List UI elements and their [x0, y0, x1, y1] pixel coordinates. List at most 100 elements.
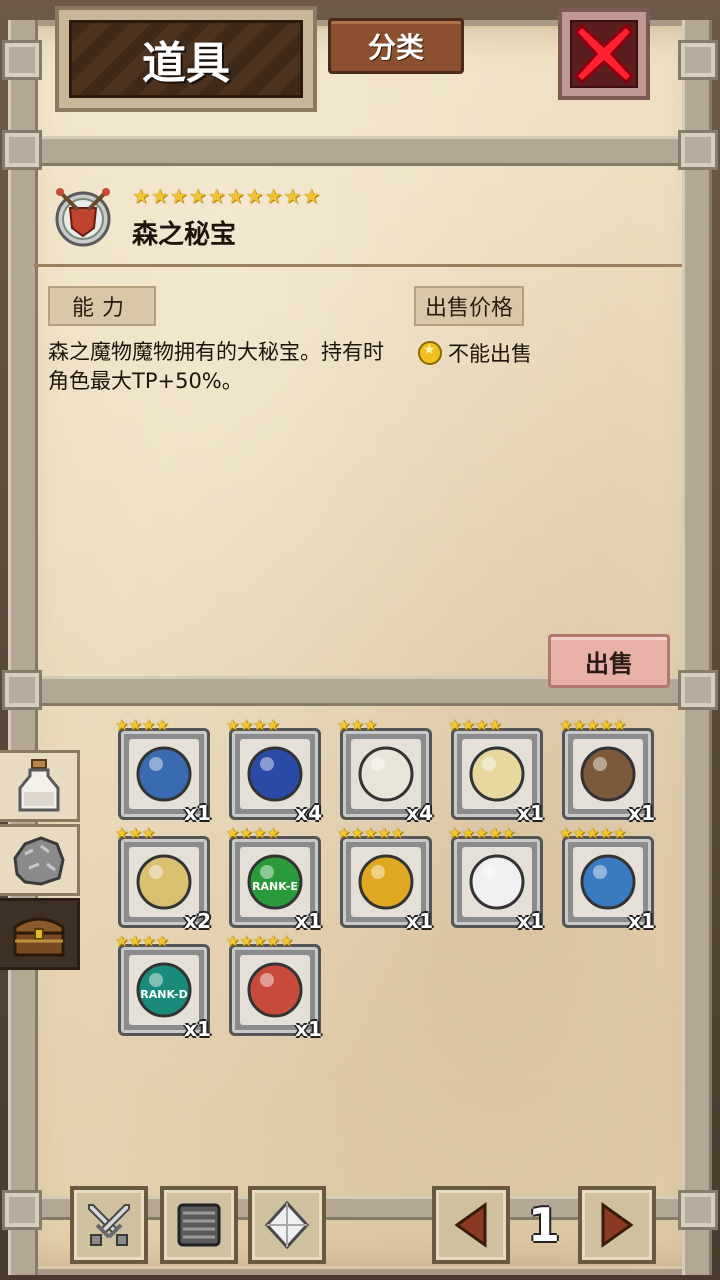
rarity-star-icon: ★: [132, 184, 150, 208]
dragon-wings-icon: [580, 746, 636, 802]
item-slot[interactable]: ★ ★ ★ ★ x1: [448, 717, 544, 825]
rarity-star-icon: ★: [559, 824, 573, 842]
item-slot-background: [573, 739, 643, 809]
page-title: 道具: [142, 38, 230, 89]
dragon-eye-gem-icon: [136, 746, 192, 802]
item-slot[interactable]: RANK-E ★ ★ ★ ★ x1: [226, 825, 322, 933]
frame-rail-left: [8, 20, 38, 1275]
item-slot[interactable]: ★ ★ ★ ★ ★ x1: [448, 825, 544, 933]
item-rarity: ★ ★ ★: [337, 717, 377, 733]
item-count: x4: [406, 801, 433, 825]
arrow-right-icon: [601, 1202, 634, 1248]
frame-corner: [2, 670, 42, 710]
shield-emblem-icon: [55, 188, 111, 247]
item-count: x1: [517, 801, 544, 825]
sell-button[interactable]: 出售: [548, 634, 670, 688]
item-slot[interactable]: ★ ★ ★ x2: [115, 825, 211, 933]
rarity-star-icon: ★: [448, 716, 462, 734]
item-count: x1: [184, 1017, 211, 1041]
tab-treasures[interactable]: [0, 898, 80, 970]
ore-rock-icon: [12, 836, 65, 886]
gems-button[interactable]: [248, 1186, 326, 1264]
rank-badge-text: RANK-D: [140, 988, 187, 1001]
rarity-star-icon: ★: [128, 824, 142, 842]
rarity-star-icon: ★: [239, 824, 253, 842]
rarity-star-icon: ★: [612, 824, 627, 842]
item-slot[interactable]: ★ ★ ★ ★ ★ x1: [226, 933, 322, 1041]
lucky-cat-icon: [358, 746, 414, 802]
item-slot-background: [351, 847, 421, 917]
rarity-star-icon: ★: [572, 716, 586, 734]
close-button[interactable]: [558, 8, 650, 100]
crystal-icon: [264, 1200, 310, 1250]
rarity-star-icon: ★: [474, 716, 489, 734]
rarity-star-icon: ★: [252, 716, 267, 734]
category-button[interactable]: 分类: [328, 18, 464, 74]
rarity-star-icon: ★: [350, 824, 364, 842]
frame-corner: [678, 1190, 718, 1230]
tab-materials[interactable]: [0, 824, 80, 896]
item-description: 森之魔物魔物拥有的大秘宝。持有时角色最大TP+50%。: [48, 340, 384, 393]
item-slot[interactable]: ★ ★ ★ ★ x1: [115, 717, 211, 825]
rarity-star-icon: ★: [239, 932, 253, 950]
frame-corner: [2, 130, 42, 170]
next-page-button[interactable]: [578, 1186, 656, 1264]
item-count: x2: [184, 909, 211, 933]
potion-bottle-icon: [18, 759, 59, 812]
rarity-star-icon: ★: [141, 716, 156, 734]
rarity-star-icon: ★: [461, 716, 475, 734]
rarity-star-icon: ★: [612, 716, 627, 734]
rarity-star-icon: ★: [448, 824, 462, 842]
armor-button[interactable]: [160, 1186, 238, 1264]
rarity-star-icon: ★: [266, 932, 280, 950]
rarity-star-icon: ★: [585, 716, 600, 734]
rank-e-badge-icon: RANK-E: [247, 854, 303, 910]
item-slot[interactable]: RANK-D ★ ★ ★ ★ x1: [115, 933, 211, 1041]
item-slot[interactable]: ★ ★ ★ ★ x4: [226, 717, 322, 825]
sell-price-label: 出售价格: [414, 286, 524, 326]
blueprint-scroll-icon: [247, 746, 303, 802]
treasure-chest-icon: [13, 917, 64, 957]
rarity-star-icon: ★: [115, 932, 129, 950]
title-plate: 道具: [55, 6, 317, 112]
rarity-star-icon: ★: [337, 716, 351, 734]
rarity-star-icon: ★: [488, 824, 502, 842]
item-slot[interactable]: ★ ★ ★ ★ ★ x1: [337, 825, 433, 933]
selected-item-rarity: ★ ★ ★ ★ ★ ★ ★ ★ ★ ★: [132, 184, 320, 208]
item-rarity: ★ ★ ★ ★ ★: [448, 825, 515, 841]
shield-emblem-icon: [247, 962, 303, 1018]
rarity-star-icon: ★: [572, 824, 586, 842]
title-board: 道具: [69, 20, 303, 98]
item-slot[interactable]: ★ ★ ★ x4: [337, 717, 433, 825]
rarity-star-icon: ★: [337, 824, 351, 842]
item-slot-background: [462, 847, 532, 917]
rarity-star-icon: ★: [599, 716, 613, 734]
sell-price-value: 不能出售: [448, 341, 532, 366]
ability-label: 能力: [48, 286, 156, 326]
rarity-star-icon: ★: [279, 932, 294, 950]
weapons-button[interactable]: [70, 1186, 148, 1264]
item-rarity: ★ ★ ★ ★ ★: [559, 717, 626, 733]
item-slot-background: [351, 739, 421, 809]
rarity-star-icon: ★: [377, 824, 391, 842]
rarity-star-icon: ★: [150, 184, 169, 208]
rarity-star-icon: ★: [226, 932, 240, 950]
rarity-star-icon: ★: [390, 824, 405, 842]
rarity-star-icon: ★: [239, 716, 253, 734]
item-slot-background: [240, 739, 310, 809]
cheese-block-icon: [136, 854, 192, 910]
rarity-star-icon: ★: [599, 824, 613, 842]
item-count: x1: [295, 1017, 322, 1041]
item-slot[interactable]: ★ ★ ★ ★ ★ x1: [559, 717, 655, 825]
rarity-star-icon: ★: [169, 184, 188, 208]
coin-icon: [418, 340, 442, 365]
item-slot[interactable]: ★ ★ ★ ★ ★ x1: [559, 825, 655, 933]
arrow-left-icon: [454, 1202, 487, 1248]
previous-page-button[interactable]: [432, 1186, 510, 1264]
divider: [34, 264, 682, 267]
item-count: x1: [628, 909, 655, 933]
item-slot-background: [240, 955, 310, 1025]
tab-consumables[interactable]: [0, 750, 80, 822]
item-slot-background: RANK-E: [240, 847, 310, 917]
item-rarity: ★ ★ ★ ★: [226, 717, 280, 733]
